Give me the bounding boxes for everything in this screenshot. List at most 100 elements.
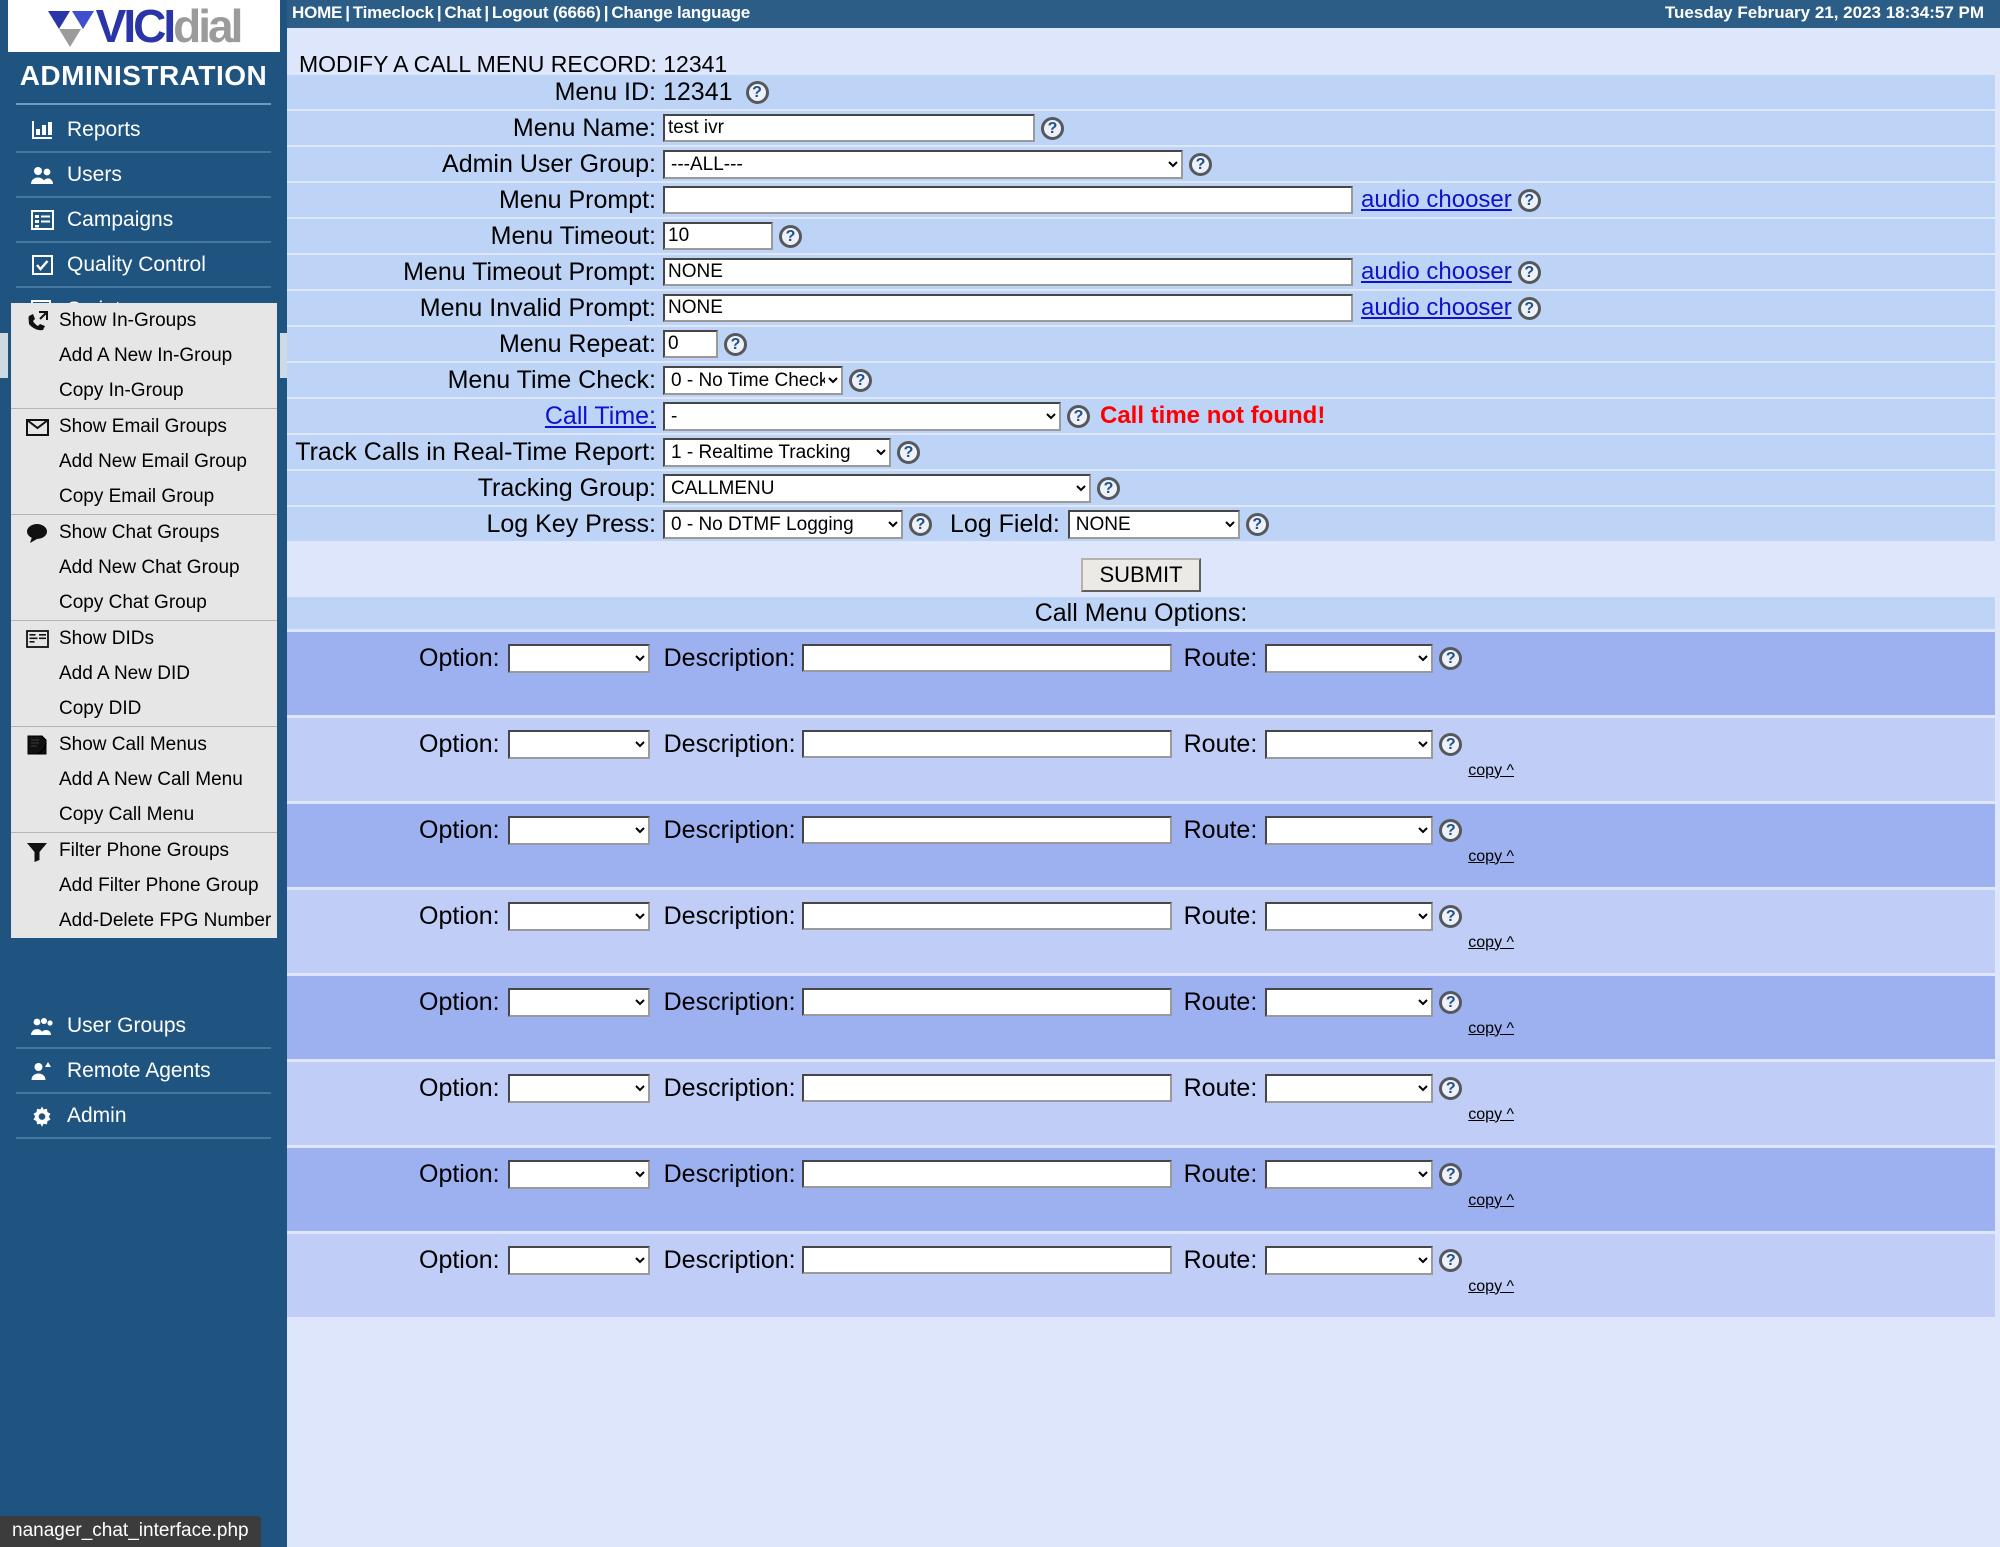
option-select[interactable] (507, 730, 650, 759)
topnav-link-timeclock[interactable]: Timeclock (353, 3, 434, 22)
submenu-item-add-filter-phone-group[interactable]: Add Filter Phone Group (11, 868, 277, 903)
help-icon-admin-user-group[interactable]: ? (1189, 152, 1212, 176)
help-icon-menu-name[interactable]: ? (1041, 116, 1064, 140)
description-input[interactable] (801, 816, 1172, 844)
description-input[interactable] (801, 1160, 1172, 1188)
submenu-item-add-new-chat-group[interactable]: Add New Chat Group (11, 550, 277, 585)
help-icon-menu-id[interactable]: ? (745, 80, 769, 104)
topnav-link-chat[interactable]: Chat (444, 3, 481, 22)
help-icon-option-row[interactable]: ? (1439, 733, 1463, 756)
help-icon-menu-prompt[interactable]: ? (1517, 188, 1541, 212)
track-calls-select[interactable]: 1 - Realtime Tracking (663, 437, 891, 467)
submenu-item-copy-did[interactable]: Copy DID (11, 691, 277, 726)
help-icon-option-row[interactable]: ? (1439, 991, 1463, 1014)
submenu-item-show-email-groups[interactable]: Show Email Groups (11, 409, 277, 444)
route-select[interactable] (1265, 1074, 1434, 1103)
copy-option-link[interactable]: copy ^ (1468, 1192, 1514, 1210)
topnav-link-home[interactable]: HOME (292, 3, 342, 22)
copy-option-link[interactable]: copy ^ (1468, 1278, 1514, 1296)
menu-time-check-select[interactable]: 0 - No Time Check (663, 365, 843, 395)
help-icon-option-row[interactable]: ? (1439, 905, 1463, 928)
sidebar-item-reports[interactable]: Reports (16, 108, 271, 153)
option-select[interactable] (507, 816, 650, 845)
menu-repeat-input[interactable] (663, 330, 718, 358)
description-input[interactable] (801, 1074, 1172, 1102)
description-input[interactable] (801, 644, 1172, 672)
option-select[interactable] (507, 644, 650, 673)
sidebar-item-quality-control[interactable]: Quality Control (16, 243, 271, 288)
option-select[interactable] (507, 988, 650, 1017)
help-icon-log-key-press[interactable]: ? (909, 512, 932, 536)
description-input[interactable] (801, 730, 1172, 758)
copy-option-link[interactable]: copy ^ (1468, 848, 1514, 866)
help-icon-log-field[interactable]: ? (1245, 512, 1269, 536)
help-icon-menu-repeat[interactable]: ? (724, 332, 747, 356)
help-icon-menu-time-check[interactable]: ? (849, 368, 872, 392)
menu-timeout-prompt-input[interactable] (663, 258, 1353, 286)
sidebar-item-admin[interactable]: Admin (16, 1094, 271, 1139)
help-icon-option-row[interactable]: ? (1439, 1077, 1463, 1100)
audio-chooser-link-menu-prompt[interactable]: audio chooser (1361, 186, 1512, 214)
route-select[interactable] (1265, 988, 1434, 1017)
menu-name-input[interactable] (663, 114, 1035, 142)
topnav-link-change-language[interactable]: Change language (611, 3, 750, 22)
log-key-press-select[interactable]: 0 - No DTMF Logging (663, 509, 903, 539)
help-icon-tracking-group[interactable]: ? (1097, 476, 1120, 500)
description-input[interactable] (801, 988, 1172, 1016)
sidebar-item-user-groups[interactable]: User Groups (16, 1004, 271, 1049)
submenu-item-add-a-new-in-group[interactable]: Add A New In-Group (11, 338, 277, 373)
submenu-item-show-call-menus[interactable]: Show Call Menus (11, 727, 277, 762)
call-time-link[interactable]: Call Time: (545, 402, 656, 430)
copy-option-link[interactable]: copy ^ (1468, 1106, 1514, 1124)
help-icon-option-row[interactable]: ? (1439, 647, 1463, 670)
submenu-item-filter-phone-groups[interactable]: Filter Phone Groups (11, 833, 277, 868)
audio-chooser-link-timeout-prompt[interactable]: audio chooser (1361, 258, 1512, 286)
route-select[interactable] (1265, 730, 1434, 759)
submenu-item-copy-in-group[interactable]: Copy In-Group (11, 373, 277, 408)
help-icon-call-time[interactable]: ? (1067, 404, 1090, 428)
call-time-select[interactable]: - (663, 401, 1061, 431)
help-icon-option-row[interactable]: ? (1439, 1249, 1463, 1272)
admin-user-group-select[interactable]: ---ALL--- (663, 149, 1183, 179)
submenu-item-show-chat-groups[interactable]: Show Chat Groups (11, 515, 277, 550)
submenu-item-show-dids[interactable]: Show DIDs (11, 621, 277, 656)
option-select[interactable] (507, 1074, 650, 1103)
submenu-item-copy-call-menu[interactable]: Copy Call Menu (11, 797, 277, 832)
description-input[interactable] (801, 902, 1172, 930)
option-select[interactable] (507, 1160, 650, 1189)
log-field-select[interactable]: NONE (1067, 509, 1240, 539)
help-icon-menu-invalid-prompt[interactable]: ? (1517, 296, 1541, 320)
audio-chooser-link-invalid-prompt[interactable]: audio chooser (1361, 294, 1512, 322)
submenu-item-show-in-groups[interactable]: Show In-Groups (11, 303, 277, 338)
copy-option-link[interactable]: copy ^ (1468, 762, 1514, 780)
route-select[interactable] (1265, 902, 1434, 931)
help-icon-menu-timeout-prompt[interactable]: ? (1517, 260, 1541, 284)
sidebar-item-remote-agents[interactable]: Remote Agents (16, 1049, 271, 1094)
copy-option-link[interactable]: copy ^ (1468, 1020, 1514, 1038)
menu-timeout-input[interactable] (663, 222, 773, 250)
help-icon-track-calls[interactable]: ? (897, 440, 920, 464)
route-select[interactable] (1265, 1246, 1434, 1275)
submenu-item-copy-email-group[interactable]: Copy Email Group (11, 479, 277, 514)
option-select[interactable] (507, 902, 650, 931)
tracking-group-select[interactable]: CALLMENU (663, 473, 1091, 503)
submenu-item-add-a-new-did[interactable]: Add A New DID (11, 656, 277, 691)
route-select[interactable] (1265, 1160, 1434, 1189)
submenu-item-add-delete-fpg-number[interactable]: Add-Delete FPG Number (11, 903, 277, 938)
menu-prompt-input[interactable] (663, 186, 1353, 214)
submenu-item-add-a-new-call-menu[interactable]: Add A New Call Menu (11, 762, 277, 797)
sidebar-item-campaigns[interactable]: Campaigns (16, 198, 271, 243)
topnav-link-logout-6666[interactable]: Logout (6666) (492, 3, 601, 22)
help-icon-menu-timeout[interactable]: ? (779, 224, 802, 248)
route-select[interactable] (1265, 644, 1434, 673)
submenu-item-add-new-email-group[interactable]: Add New Email Group (11, 444, 277, 479)
submit-button[interactable]: SUBMIT (1081, 558, 1201, 592)
submenu-item-copy-chat-group[interactable]: Copy Chat Group (11, 585, 277, 620)
sidebar-item-users[interactable]: Users (16, 153, 271, 198)
route-select[interactable] (1265, 816, 1434, 845)
description-input[interactable] (801, 1246, 1172, 1274)
menu-invalid-prompt-input[interactable] (663, 294, 1353, 322)
help-icon-option-row[interactable]: ? (1439, 1163, 1463, 1186)
copy-option-link[interactable]: copy ^ (1468, 934, 1514, 952)
option-select[interactable] (507, 1246, 650, 1275)
